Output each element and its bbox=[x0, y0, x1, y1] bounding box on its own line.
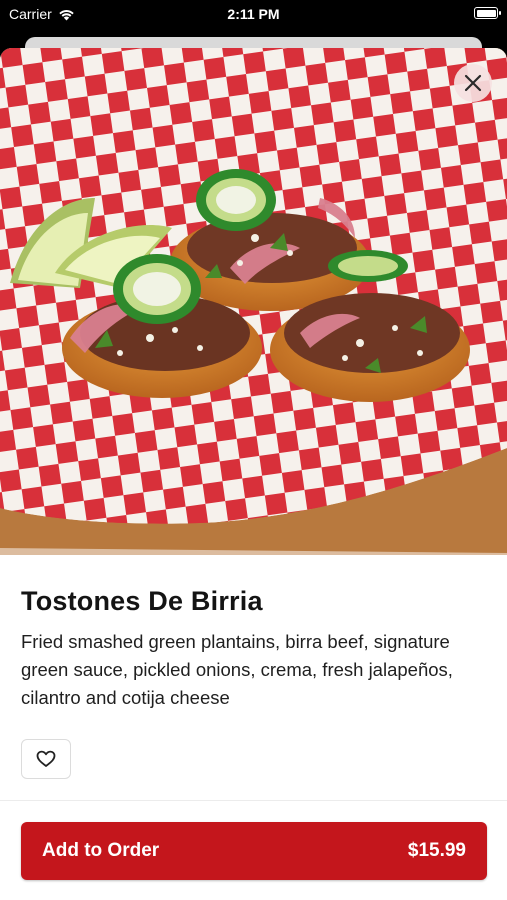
close-icon bbox=[464, 74, 482, 92]
add-to-order-label: Add to Order bbox=[42, 840, 160, 861]
footer-divider bbox=[0, 800, 507, 801]
status-bar: Carrier 2:11 PM bbox=[0, 0, 507, 30]
item-photo bbox=[0, 48, 507, 555]
item-description: Fried smashed green plantains, birra bee… bbox=[21, 631, 453, 708]
item-detail-sheet: Tostones De Birria Fried smashed green p… bbox=[0, 48, 507, 900]
favorite-button[interactable] bbox=[21, 739, 71, 779]
add-to-order-button[interactable]: Add to Order $15.99 bbox=[21, 822, 487, 880]
order-price: $15.99 bbox=[407, 840, 466, 861]
battery-icon bbox=[474, 7, 501, 19]
heart-icon bbox=[36, 750, 56, 767]
status-time: 2:11 PM bbox=[227, 6, 280, 22]
item-title: Tostones De Birria bbox=[21, 586, 263, 616]
close-button[interactable] bbox=[454, 64, 492, 102]
